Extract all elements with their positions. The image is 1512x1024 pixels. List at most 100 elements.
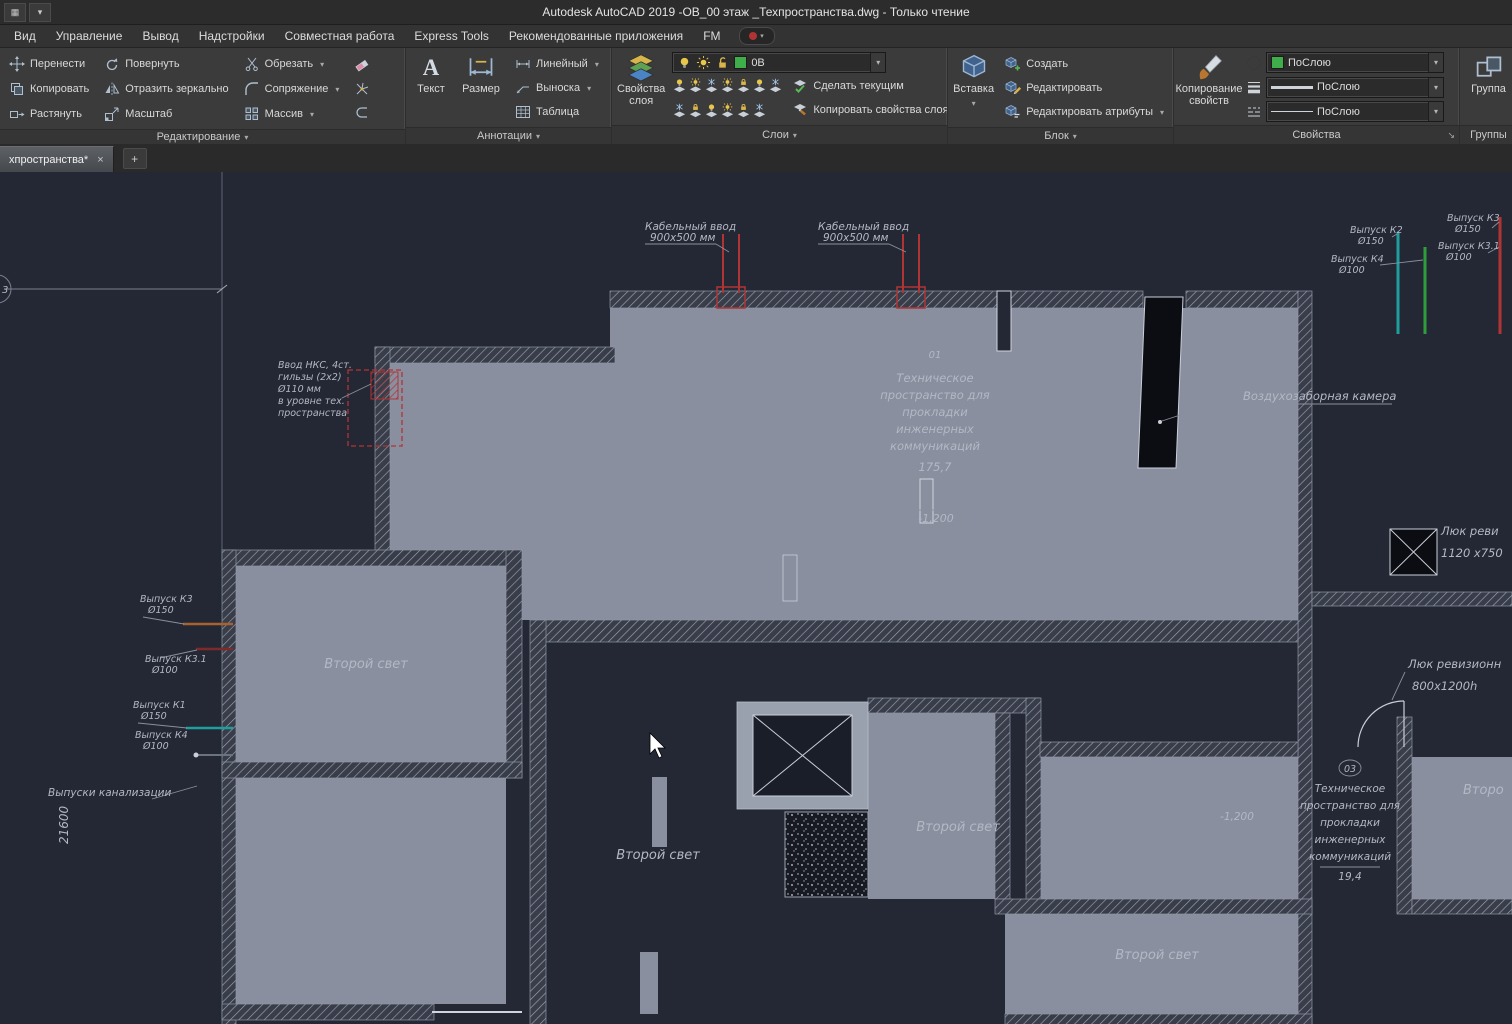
layer-freeze-icon[interactable]: [672, 103, 687, 118]
menu-output[interactable]: Вывод: [132, 25, 188, 47]
menu-collaborate[interactable]: Совместная работа: [275, 25, 405, 47]
linear-dimension-button[interactable]: Линейный: [511, 52, 603, 76]
workspace-icon[interactable]: ▦: [4, 2, 26, 22]
insert-block-icon: [960, 53, 988, 81]
leader-button[interactable]: Выноска: [511, 76, 603, 100]
panel-label-block[interactable]: Блок: [948, 127, 1173, 144]
menu-featured-apps[interactable]: Рекомендованные приложения: [499, 25, 693, 47]
svg-text:Выпуск К2: Выпуск К2: [1350, 225, 1403, 236]
svg-text:инженерных: инженерных: [1315, 834, 1387, 846]
fillet-button[interactable]: Сопряжение: [240, 77, 344, 101]
stretch-button[interactable]: Растянуть: [5, 102, 93, 126]
join-button[interactable]: [350, 101, 374, 125]
layer-lock-icon[interactable]: [736, 78, 751, 93]
layer-thaw-all-icon[interactable]: [720, 78, 735, 93]
chevron-down-icon[interactable]: [1428, 77, 1443, 97]
dimension-button[interactable]: Размер: [458, 50, 504, 127]
chevron-down-icon: [793, 129, 797, 141]
explode-button[interactable]: [350, 77, 374, 101]
svg-text:175,7: 175,7: [919, 460, 953, 474]
layer-lock-fade-icon[interactable]: [736, 103, 751, 118]
panel-label-annotation[interactable]: Аннотации: [406, 127, 611, 144]
fillet-icon: [244, 81, 260, 97]
text-button[interactable]: Текст: [411, 50, 451, 127]
layer-freeze-icon[interactable]: [704, 78, 719, 93]
copy-button[interactable]: Копировать: [5, 77, 93, 101]
dialog-launcher-icon[interactable]: [1447, 130, 1455, 141]
insert-block-button[interactable]: Вставка: [953, 50, 994, 127]
match-properties-button[interactable]: Копирование свойств: [1175, 50, 1243, 125]
menu-addins[interactable]: Надстройки: [189, 25, 275, 47]
svg-text:прокладки: прокладки: [1320, 817, 1380, 829]
object-color-dropdown[interactable]: ПоСлою: [1266, 52, 1444, 73]
linear-dimension-icon: [515, 56, 531, 72]
layer-dropdown[interactable]: 0В: [672, 52, 887, 73]
scale-button[interactable]: Масштаб: [100, 102, 232, 126]
axis-datum: 3: [0, 172, 228, 550]
chevron-down-icon[interactable]: [1428, 53, 1443, 72]
layer-on-icon[interactable]: [704, 103, 719, 118]
svg-text:900х500 мм: 900х500 мм: [650, 232, 716, 244]
chevron-down-icon: [1158, 106, 1164, 118]
svg-text:гильзы (2х2): гильзы (2х2): [278, 372, 342, 383]
drawing-tab[interactable]: хпространства* ×: [0, 146, 114, 172]
match-layer-icon: [792, 102, 808, 118]
chevron-down-icon[interactable]: [870, 53, 886, 72]
cloud-status-icon[interactable]: [738, 27, 775, 45]
menu-express-tools[interactable]: Express Tools: [404, 25, 498, 47]
svg-text:900х500 мм: 900х500 мм: [823, 232, 889, 244]
menu-view[interactable]: Вид: [4, 25, 46, 47]
menu-bar: Вид Управление Вывод Надстройки Совместн…: [0, 25, 1512, 48]
layer-properties-icon: [627, 53, 655, 81]
panel-label-layers[interactable]: Слои: [612, 125, 947, 144]
mirror-button[interactable]: Отразить зеркально: [100, 77, 232, 101]
leader-icon: [515, 80, 531, 96]
match-layer-button[interactable]: Копировать свойства слоя: [788, 98, 947, 122]
layer-unlock-icon[interactable]: [752, 78, 767, 93]
rotate-button[interactable]: Повернуть: [100, 52, 232, 76]
svg-text:Воздухозаборная камера: Воздухозаборная камера: [1243, 389, 1396, 403]
erase-button[interactable]: [350, 53, 374, 77]
layer-thaw-icon[interactable]: [720, 103, 735, 118]
new-tab-button[interactable]: +: [122, 148, 147, 169]
svg-text:01: 01: [929, 350, 942, 361]
array-button[interactable]: Массив: [240, 102, 344, 126]
ribbon: Перенести Копировать Растянуть Повернуть…: [0, 48, 1512, 144]
trim-button[interactable]: Обрезать: [240, 52, 344, 76]
svg-text:Второй свет: Второй свет: [324, 657, 408, 672]
layer-properties-button[interactable]: Свойства слоя: [617, 50, 665, 125]
layer-lock-icon[interactable]: [688, 103, 703, 118]
layer-off-icon[interactable]: [752, 103, 767, 118]
lineweight-icon: [1246, 79, 1262, 95]
linetype-dropdown[interactable]: ПоСлою: [1266, 101, 1444, 122]
layer-walk-icon[interactable]: [768, 78, 783, 93]
mouse-cursor: [649, 732, 666, 759]
make-current-button[interactable]: Сделать текущим: [788, 74, 907, 98]
svg-text:Второй свет: Второй свет: [616, 848, 700, 863]
create-block-button[interactable]: Создать: [1001, 52, 1168, 76]
panel-label-modify[interactable]: Редактирование: [0, 129, 405, 144]
layer-color-swatch: [734, 56, 748, 69]
chevron-down-icon: [244, 131, 248, 143]
edit-attributes-button[interactable]: Редактировать атрибуты: [1001, 100, 1168, 124]
layer-off-icon[interactable]: [672, 78, 687, 93]
svg-text:19,4: 19,4: [1338, 871, 1361, 883]
table-button[interactable]: Таблица: [511, 100, 603, 124]
panel-label-properties[interactable]: Свойства: [1174, 125, 1459, 144]
menu-fm[interactable]: FM: [693, 25, 730, 47]
drawing-area[interactable]: 3 01 Техническое пространство для прокла…: [0, 172, 1512, 1024]
group-button[interactable]: Группа: [1465, 50, 1512, 125]
edit-block-button[interactable]: Редактировать: [1001, 76, 1168, 100]
mirror-icon: [104, 81, 120, 97]
layer-isolate-icon[interactable]: [688, 78, 703, 93]
menu-manage[interactable]: Управление: [46, 25, 133, 47]
lineweight-dropdown[interactable]: ПоСлою: [1266, 76, 1444, 98]
close-tab-icon[interactable]: ×: [97, 154, 103, 166]
move-button[interactable]: Перенести: [5, 52, 93, 76]
chevron-down-icon[interactable]: [1428, 102, 1443, 121]
svg-text:пространство для: пространство для: [1300, 800, 1400, 812]
quick-access-dropdown-icon[interactable]: ▾: [29, 2, 51, 22]
svg-text:Люк реви: Люк реви: [1440, 524, 1499, 538]
window-title: Autodesk AutoCAD 2019 -ОВ_00 этаж _Техпр…: [542, 5, 970, 19]
panel-label-groups[interactable]: Группы: [1460, 125, 1512, 144]
